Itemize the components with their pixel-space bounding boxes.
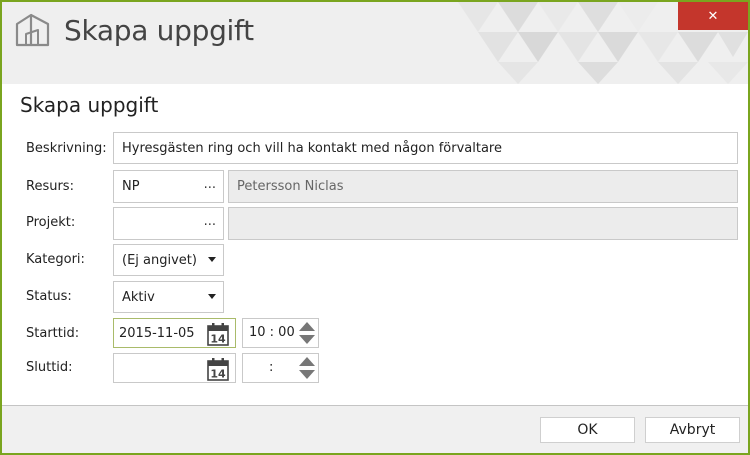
starttid-date-input[interactable]: 2015-11-05 14 (113, 318, 236, 348)
kategori-label: Kategori: (26, 252, 85, 267)
spin-up-icon[interactable] (299, 322, 315, 331)
resurs-label: Resurs: (26, 179, 74, 194)
kategori-select[interactable]: (Ej angivet) (113, 244, 224, 276)
sluttid-time-input[interactable]: : (242, 353, 319, 383)
projekt-code-input[interactable]: ... (113, 207, 224, 240)
sluttid-label: Sluttid: (26, 360, 73, 375)
spin-down-icon[interactable] (299, 370, 315, 379)
chevron-down-icon (208, 294, 216, 299)
resurs-name-field: Petersson Niclas (228, 170, 738, 203)
sluttid-time-value: : (269, 360, 274, 375)
resurs-code-input[interactable]: NP ... (113, 170, 224, 203)
chevron-down-icon (208, 257, 216, 262)
calendar-day-label: 14 (210, 333, 226, 346)
status-label: Status: (26, 289, 72, 304)
close-icon: ✕ (707, 8, 719, 23)
projekt-browse-button[interactable]: ... (204, 214, 216, 229)
starttid-time-value: 10 : 00 (249, 325, 295, 340)
cancel-button[interactable]: Avbryt (645, 417, 740, 443)
form-title: Skapa uppgift (20, 93, 159, 117)
beskrivning-label: Beskrivning: (26, 141, 107, 156)
window-title: Skapa uppgift (64, 14, 254, 47)
starttid-date-value: 2015-11-05 (119, 325, 195, 341)
calendar-day-label: 14 (210, 368, 226, 381)
close-button[interactable]: ✕ (678, 2, 748, 30)
resurs-name-value: Petersson Niclas (237, 179, 344, 194)
projekt-label: Projekt: (26, 215, 76, 230)
kategori-value: (Ej angivet) (122, 252, 197, 268)
status-select[interactable]: Aktiv (113, 281, 224, 313)
projekt-name-field (228, 207, 738, 240)
calendar-icon[interactable]: 14 (206, 322, 230, 346)
beskrivning-value: Hyresgästen ring och vill ha kontakt med… (122, 140, 502, 156)
dialog-footer: OK Avbryt (2, 405, 748, 453)
title-bar: Skapa uppgift ✕ (2, 2, 748, 84)
resurs-code-value: NP (122, 179, 140, 194)
ok-button[interactable]: OK (540, 417, 635, 443)
house-logo-icon (15, 13, 50, 47)
calendar-icon[interactable]: 14 (206, 357, 230, 381)
spin-up-icon[interactable] (299, 357, 315, 366)
sluttid-date-input[interactable]: 14 (113, 353, 236, 383)
starttid-time-input[interactable]: 10 : 00 (242, 318, 319, 348)
status-value: Aktiv (122, 289, 155, 305)
dialog-window: Skapa uppgift ✕ Skapa uppgift Beskrivnin… (0, 0, 750, 455)
starttid-label: Starttid: (26, 326, 80, 341)
resurs-browse-button[interactable]: ... (204, 177, 216, 192)
spin-down-icon[interactable] (299, 335, 315, 344)
beskrivning-input[interactable]: Hyresgästen ring och vill ha kontakt med… (113, 132, 738, 164)
